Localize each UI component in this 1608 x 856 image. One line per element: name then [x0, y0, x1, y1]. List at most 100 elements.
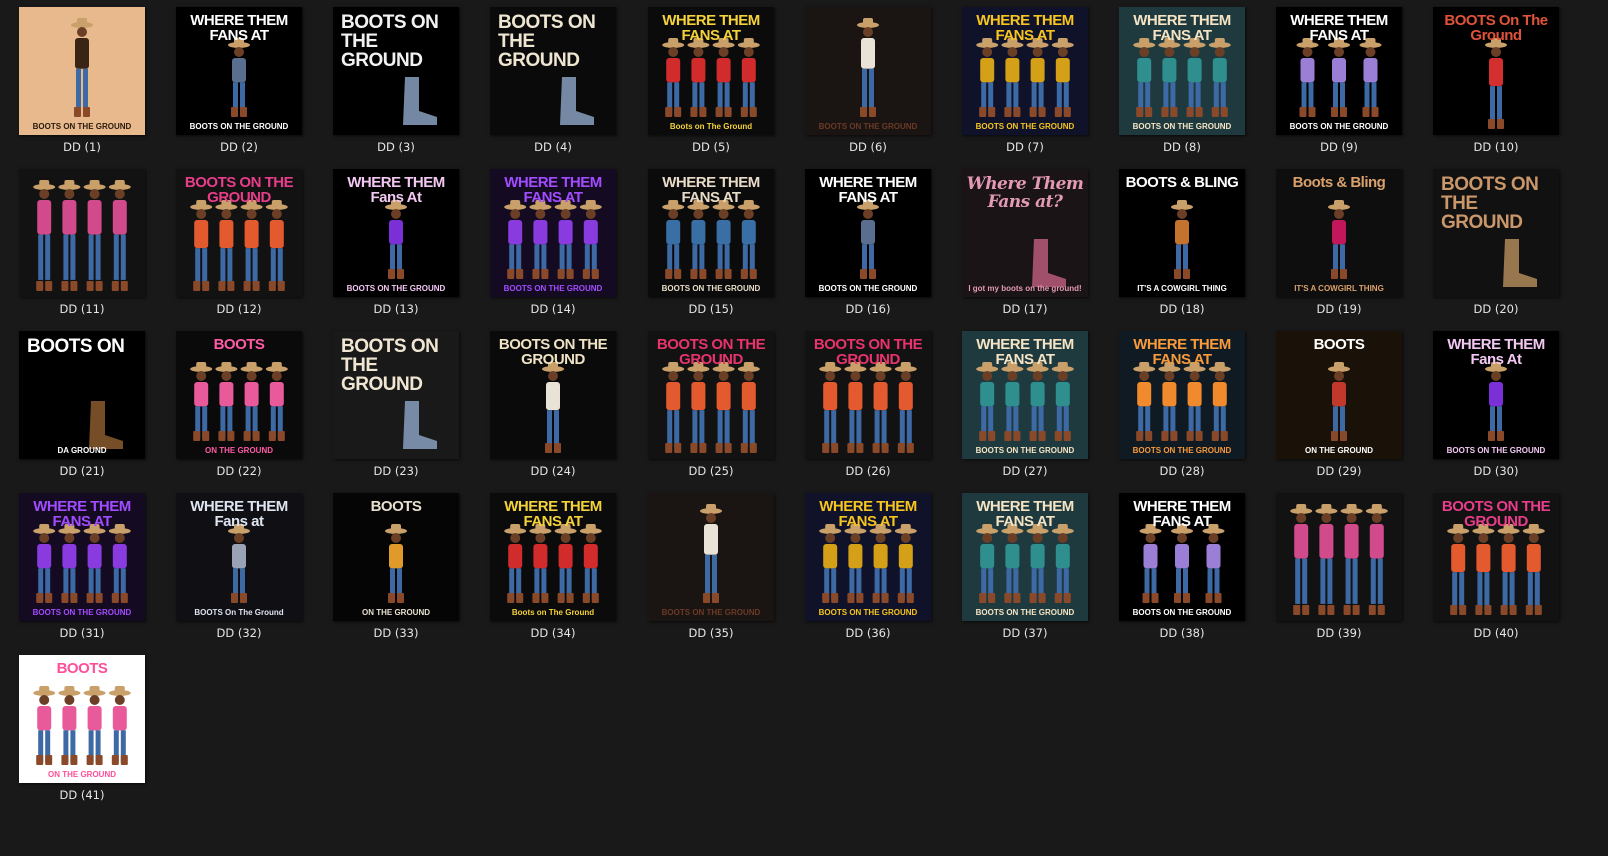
file-name-label[interactable]: DD (7) — [945, 140, 1105, 154]
file-name-label[interactable]: DD (31) — [2, 626, 162, 640]
file-thumbnail[interactable]: BOOTS ON THE GROUND — [490, 7, 616, 135]
file-item[interactable]: WHERE THEM Fans At BOOTS ON THE GROUND DD … — [1416, 326, 1576, 488]
file-item[interactable]: WHERE THEM FANS AT BOOTS ON THE GROUND DD … — [945, 2, 1105, 164]
file-item[interactable]: WHERE THEM FANS AT BOOTS ON THE GROUND DD … — [945, 326, 1105, 488]
file-thumbnail[interactable]: WHERE THEM FANS AT BOOTS ON THE GROUND — [648, 169, 774, 297]
file-name-label[interactable]: DD (2) — [159, 140, 319, 154]
file-item[interactable]: BOOTS ON THE GROUND DD (12) — [159, 164, 319, 326]
file-item[interactable]: WHERE THEM FANS AT BOOTS ON THE GROUND DD … — [631, 164, 791, 326]
file-thumbnail[interactable]: BOOTS ON THE GROUND — [19, 7, 145, 135]
file-item[interactable]: BOOTS ON THE GROUND DD (23) — [316, 326, 476, 488]
file-name-label[interactable]: DD (36) — [788, 626, 948, 640]
file-thumbnail[interactable]: BOOTS ON THE GROUND — [1276, 331, 1402, 459]
file-thumbnail[interactable]: WHERE THEM FANS AT Boots on The Ground — [490, 493, 616, 621]
file-thumbnail[interactable]: WHERE THEM Fans At BOOTS ON THE GROUND — [1433, 331, 1559, 459]
file-item[interactable]: WHERE THEM FANS AT BOOTS ON THE GROUND DD … — [1259, 2, 1419, 164]
file-thumbnail[interactable]: BOOTS ON THE GROUND — [333, 331, 459, 459]
file-thumbnail[interactable]: WHERE THEM FANS AT BOOTS ON THE GROUND — [1276, 7, 1402, 135]
file-name-label[interactable]: DD (25) — [631, 464, 791, 478]
file-name-label[interactable]: DD (32) — [159, 626, 319, 640]
file-name-label[interactable]: DD (22) — [159, 464, 319, 478]
file-item[interactable]: WHERE THEM FANS AT BOOTS ON THE GROUND DD … — [473, 164, 633, 326]
file-thumbnail[interactable]: WHERE THEM FANS AT Boots on The Ground — [648, 7, 774, 135]
file-name-label[interactable]: DD (12) — [159, 302, 319, 316]
file-thumbnail[interactable]: BOOTS ON THE GROUND — [648, 493, 774, 621]
file-thumbnail[interactable]: WHERE THEM FANS AT BOOTS ON THE GROUND — [962, 7, 1088, 135]
file-item[interactable]: BOOTS ON THE GROUND DD (24) — [473, 326, 633, 488]
file-item[interactable]: WHERE THEM FANS AT BOOTS ON THE GROUND DD … — [1102, 326, 1262, 488]
file-thumbnail[interactable]: BOOTS ON THE GROUND — [805, 331, 931, 459]
file-name-label[interactable]: DD (37) — [945, 626, 1105, 640]
file-name-label[interactable]: DD (6) — [788, 140, 948, 154]
file-thumbnail[interactable]: WHERE THEM FANS AT BOOTS ON THE GROUND — [805, 493, 931, 621]
file-item[interactable]: BOOTS ON THE GROUND DD (33) — [316, 488, 476, 650]
file-item[interactable]: BOOTS ON THE GROUND DD (1) — [2, 2, 162, 164]
file-name-label[interactable]: DD (41) — [2, 788, 162, 802]
file-name-label[interactable]: DD (4) — [473, 140, 633, 154]
file-name-label[interactable]: DD (16) — [788, 302, 948, 316]
file-thumbnail[interactable]: BOOTS & BLING IT'S A COWGIRL THING — [1119, 169, 1245, 297]
file-thumbnail[interactable] — [19, 169, 145, 297]
file-thumbnail[interactable]: Where Them Fans at? I got my boots on the… — [962, 169, 1088, 297]
file-item[interactable]: BOOTS ON THE GROUND DD (4) — [473, 2, 633, 164]
file-name-label[interactable]: DD (35) — [631, 626, 791, 640]
file-item[interactable]: WHERE THEM Fans at BOOTS On The Ground DD … — [159, 488, 319, 650]
file-item[interactable]: BOOTS ON THE GROUND DD (35) — [631, 488, 791, 650]
file-item[interactable]: BOOTS ON THE GROUND DD (40) — [1416, 488, 1576, 650]
file-item[interactable]: WHERE THEM FANS AT Boots on The Ground DD … — [631, 2, 791, 164]
file-thumbnail[interactable]: BOOTS ON THE GROUND — [1433, 169, 1559, 297]
file-thumbnail[interactable]: BOOTS ON THE GROUND — [648, 331, 774, 459]
file-item[interactable]: Boots & Bling IT'S A COWGIRL THING DD (19) — [1259, 164, 1419, 326]
file-item[interactable]: BOOTS ON THE GROUND DD (22) — [159, 326, 319, 488]
file-name-label[interactable]: DD (15) — [631, 302, 791, 316]
file-thumbnail[interactable]: WHERE THEM FANS AT BOOTS ON THE GROUND — [176, 7, 302, 135]
file-name-label[interactable]: DD (28) — [1102, 464, 1262, 478]
file-thumbnail[interactable]: WHERE THEM FANS AT BOOTS ON THE GROUND — [1119, 331, 1245, 459]
file-name-label[interactable]: DD (3) — [316, 140, 476, 154]
file-item[interactable]: BOOTS ON THE GROUND DD (6) — [788, 2, 948, 164]
file-thumbnail[interactable]: WHERE THEM Fans at BOOTS On The Ground — [176, 493, 302, 621]
file-thumbnail[interactable]: BOOTS ON THE GROUND — [333, 7, 459, 135]
file-name-label[interactable]: DD (38) — [1102, 626, 1262, 640]
file-item[interactable]: WHERE THEM FANS AT Boots on The Ground DD … — [473, 488, 633, 650]
file-thumbnail[interactable]: WHERE THEM FANS AT BOOTS ON THE GROUND — [1119, 7, 1245, 135]
file-item[interactable]: WHERE THEM FANS AT BOOTS ON THE GROUND DD … — [1102, 2, 1262, 164]
file-item[interactable]: BOOTS ON THE GROUND DD (29) — [1259, 326, 1419, 488]
file-name-label[interactable]: DD (1) — [2, 140, 162, 154]
file-name-label[interactable]: DD (24) — [473, 464, 633, 478]
file-name-label[interactable]: DD (8) — [1102, 140, 1262, 154]
file-name-label[interactable]: DD (5) — [631, 140, 791, 154]
file-item[interactable]: WHERE THEM FANS AT BOOTS ON THE GROUND DD … — [2, 488, 162, 650]
file-thumbnail[interactable]: BOOTS ON THE GROUND — [1433, 493, 1559, 621]
file-name-label[interactable]: DD (13) — [316, 302, 476, 316]
file-name-label[interactable]: DD (30) — [1416, 464, 1576, 478]
file-item[interactable]: WHERE THEM FANS AT BOOTS ON THE GROUND DD … — [788, 164, 948, 326]
file-thumbnail[interactable]: WHERE THEM FANS AT BOOTS ON THE GROUND — [962, 331, 1088, 459]
file-item[interactable]: BOOTS ON THE GROUND DD (25) — [631, 326, 791, 488]
file-name-label[interactable]: DD (17) — [945, 302, 1105, 316]
file-thumbnail[interactable] — [1276, 493, 1402, 621]
file-item[interactable]: BOOTS ON THE GROUND DD (3) — [316, 2, 476, 164]
file-item[interactable]: WHERE THEM FANS AT BOOTS ON THE GROUND DD … — [945, 488, 1105, 650]
file-name-label[interactable]: DD (14) — [473, 302, 633, 316]
file-item[interactable]: BOOTS & BLING IT'S A COWGIRL THING DD (18) — [1102, 164, 1262, 326]
file-name-label[interactable]: DD (21) — [2, 464, 162, 478]
file-item[interactable]: BOOTS ON THE GROUND DD (20) — [1416, 164, 1576, 326]
file-name-label[interactable]: DD (18) — [1102, 302, 1262, 316]
file-item[interactable]: DD (11) — [2, 164, 162, 326]
file-name-label[interactable]: DD (11) — [2, 302, 162, 316]
file-item[interactable]: BOOTS ON THE GROUND DD (26) — [788, 326, 948, 488]
file-name-label[interactable]: DD (10) — [1416, 140, 1576, 154]
file-thumbnail[interactable]: BOOTS ON THE GROUND — [490, 331, 616, 459]
file-item[interactable]: DD (39) — [1259, 488, 1419, 650]
file-thumbnail[interactable]: WHERE THEM Fans At BOOTS ON THE GROUND — [333, 169, 459, 297]
file-item[interactable]: WHERE THEM FANS AT BOOTS ON THE GROUND DD … — [788, 488, 948, 650]
file-name-label[interactable]: DD (23) — [316, 464, 476, 478]
file-name-label[interactable]: DD (26) — [788, 464, 948, 478]
file-thumbnail[interactable]: BOOTS ON THE GROUND — [19, 655, 145, 783]
file-item[interactable]: WHERE THEM Fans At BOOTS ON THE GROUND DD … — [316, 164, 476, 326]
file-thumbnail[interactable]: BOOTS ON THE GROUND — [333, 493, 459, 621]
file-thumbnail[interactable]: Boots & Bling IT'S A COWGIRL THING — [1276, 169, 1402, 297]
file-item[interactable]: BOOTS ON THE GROUND DD (41) — [2, 650, 162, 812]
file-name-label[interactable]: DD (34) — [473, 626, 633, 640]
